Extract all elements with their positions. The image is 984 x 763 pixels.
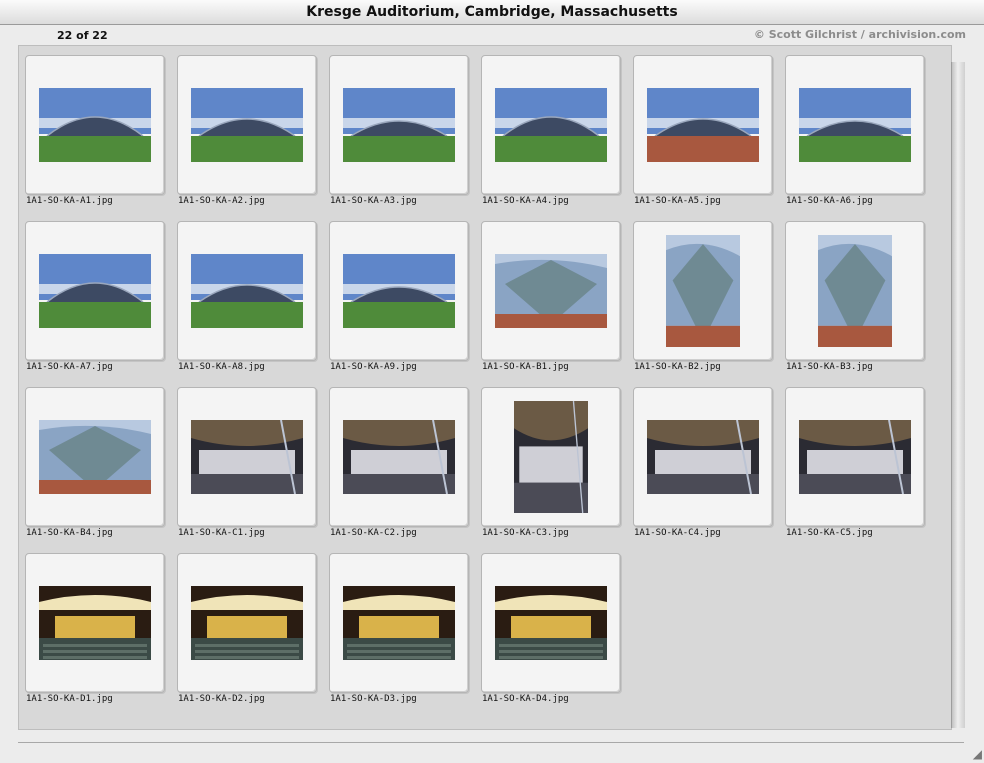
thumbnail-filename: 1A1-SO-KA-A1.jpg (26, 196, 113, 206)
thumbnail-slide[interactable] (633, 55, 773, 195)
thumbnail-image[interactable] (799, 88, 911, 162)
thumbnail-slide[interactable] (785, 387, 925, 527)
thumbnail-slide[interactable] (177, 553, 317, 693)
thumbnail-slide[interactable] (785, 55, 925, 195)
thumbnail-filename: 1A1-SO-KA-A3.jpg (330, 196, 417, 206)
thumbnail-filename: 1A1-SO-KA-C4.jpg (634, 528, 721, 538)
thumbnail-image[interactable] (818, 235, 892, 347)
thumbnail-filename: 1A1-SO-KA-B4.jpg (26, 528, 113, 538)
thumbnail-slide[interactable] (25, 55, 165, 195)
thumbnail-slide[interactable] (785, 221, 925, 361)
thumbnail-slide[interactable] (481, 387, 621, 527)
vertical-scrollbar[interactable] (951, 62, 965, 728)
image-counter: 22 of 22 (57, 29, 108, 42)
thumbnail-filename: 1A1-SO-KA-C5.jpg (786, 528, 873, 538)
thumbnail-slide[interactable] (177, 221, 317, 361)
thumbnail-image[interactable] (191, 586, 303, 660)
thumbnail-filename: 1A1-SO-KA-C3.jpg (482, 528, 569, 538)
thumbnail-filename: 1A1-SO-KA-B1.jpg (482, 362, 569, 372)
thumbnail-slide[interactable] (329, 221, 469, 361)
thumbnail-image[interactable] (191, 88, 303, 162)
copyright-credit: © Scott Gilchrist / archivision.com (753, 28, 966, 41)
thumbnail-filename: 1A1-SO-KA-A2.jpg (178, 196, 265, 206)
thumbnail-image[interactable] (647, 420, 759, 494)
thumbnail-filename: 1A1-SO-KA-D3.jpg (330, 694, 417, 704)
thumbnail-slide[interactable] (25, 553, 165, 693)
thumbnail-image[interactable] (495, 254, 607, 328)
thumbnail-image[interactable] (495, 586, 607, 660)
thumbnail-slide[interactable] (481, 55, 621, 195)
thumbnail-image[interactable] (343, 254, 455, 328)
window-title: Kresge Auditorium, Cambridge, Massachuse… (0, 0, 984, 25)
thumbnail-filename: 1A1-SO-KA-A9.jpg (330, 362, 417, 372)
thumbnail-filename: 1A1-SO-KA-A7.jpg (26, 362, 113, 372)
thumbnail-image[interactable] (39, 254, 151, 328)
thumbnail-filename: 1A1-SO-KA-D2.jpg (178, 694, 265, 704)
horizontal-scroll-track[interactable] (18, 728, 964, 743)
thumbnail-slide[interactable] (177, 387, 317, 527)
resize-grip-icon[interactable]: ◢ (969, 748, 982, 761)
thumbnail-slide[interactable] (329, 553, 469, 693)
thumbnail-slide[interactable] (177, 55, 317, 195)
thumbnail-slide[interactable] (25, 387, 165, 527)
thumbnail-filename: 1A1-SO-KA-A4.jpg (482, 196, 569, 206)
thumbnail-image[interactable] (514, 401, 588, 513)
thumbnail-slide[interactable] (481, 221, 621, 361)
thumbnail-slide[interactable] (481, 553, 621, 693)
thumbnail-slide[interactable] (633, 387, 773, 527)
thumbnail-image[interactable] (39, 586, 151, 660)
thumbnail-image[interactable] (39, 420, 151, 494)
thumbnail-slide[interactable] (25, 221, 165, 361)
thumbnail-filename: 1A1-SO-KA-C1.jpg (178, 528, 265, 538)
thumbnail-image[interactable] (799, 420, 911, 494)
thumbnail-image[interactable] (191, 254, 303, 328)
thumbnail-filename: 1A1-SO-KA-B2.jpg (634, 362, 721, 372)
thumbnail-slide[interactable] (329, 387, 469, 527)
thumbnail-image[interactable] (343, 420, 455, 494)
thumbnail-image[interactable] (191, 420, 303, 494)
thumbnail-slide[interactable] (633, 221, 773, 361)
thumbnail-filename: 1A1-SO-KA-C2.jpg (330, 528, 417, 538)
thumbnail-filename: 1A1-SO-KA-D4.jpg (482, 694, 569, 704)
thumbnail-slide[interactable] (329, 55, 469, 195)
thumbnail-image[interactable] (647, 88, 759, 162)
thumbnail-filename: 1A1-SO-KA-B3.jpg (786, 362, 873, 372)
thumbnail-image[interactable] (39, 88, 151, 162)
thumbnail-image[interactable] (343, 88, 455, 162)
thumbnail-filename: 1A1-SO-KA-A6.jpg (786, 196, 873, 206)
thumbnail-filename: 1A1-SO-KA-A5.jpg (634, 196, 721, 206)
thumbnail-image[interactable] (495, 88, 607, 162)
thumbnail-filename: 1A1-SO-KA-D1.jpg (26, 694, 113, 704)
thumbnail-filename: 1A1-SO-KA-A8.jpg (178, 362, 265, 372)
thumbnail-image[interactable] (666, 235, 740, 347)
thumbnail-image[interactable] (343, 586, 455, 660)
